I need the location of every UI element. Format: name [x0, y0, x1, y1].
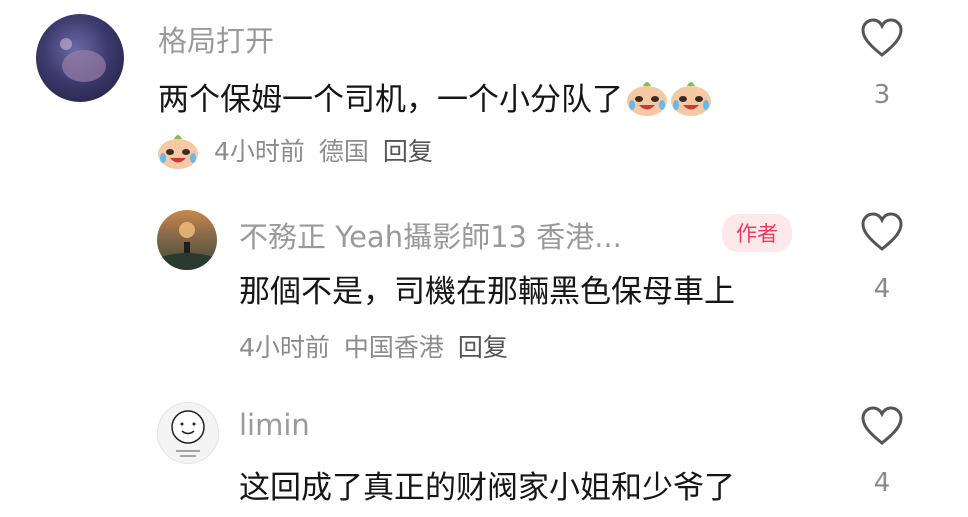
author-badge: 作者 — [722, 214, 792, 252]
heart-icon[interactable] — [860, 18, 904, 58]
comment-text-content: 两个保姆一个司机，一个小分队了 — [158, 82, 623, 118]
crying-laughing-icon — [158, 135, 198, 169]
comment-username[interactable]: limin — [239, 408, 310, 442]
like-count: 3 — [873, 80, 891, 110]
like-count: 4 — [873, 468, 891, 498]
like-control[interactable]: 4 — [856, 212, 908, 304]
comment-meta: 4小时前 德国 回复 — [156, 130, 433, 170]
like-control[interactable]: 4 — [856, 406, 908, 498]
comment-time: 4小时前 — [239, 333, 330, 362]
comment-location: 德国 — [318, 137, 369, 166]
heart-icon[interactable] — [860, 212, 904, 252]
comment-text: 两个保姆一个司机，一个小分队了 — [158, 74, 713, 119]
reply-button[interactable]: 回复 — [383, 132, 433, 168]
comment-text: 那個不是，司機在那輛黑色保母車上 — [239, 266, 735, 311]
reply-button[interactable]: 回复 — [458, 328, 508, 364]
comment-text: 这回成了真正的财阀家小姐和少爷了 — [239, 462, 735, 507]
comment-text-content: 这回成了真正的财阀家小姐和少爷了 — [239, 470, 735, 506]
avatar[interactable] — [36, 14, 124, 102]
crying-laughing-icon — [627, 81, 667, 116]
heart-icon[interactable] — [860, 406, 904, 446]
avatar[interactable] — [157, 210, 217, 270]
avatar[interactable] — [157, 402, 219, 464]
comment-meta: 4小时前 中国香港 回复 — [239, 328, 508, 364]
crying-laughing-icon — [671, 81, 711, 116]
like-count: 4 — [873, 274, 891, 304]
comment-username[interactable]: 不務正 Yeah攝影師13 香港... — [239, 214, 622, 256]
comment-username[interactable]: 格局打开 — [158, 18, 274, 60]
like-control[interactable]: 3 — [856, 18, 908, 110]
comment-location: 中国香港 — [343, 333, 444, 362]
comment-text-content: 那個不是，司機在那輛黑色保母車上 — [239, 274, 735, 310]
comment-time: 4小时前 — [214, 137, 305, 166]
